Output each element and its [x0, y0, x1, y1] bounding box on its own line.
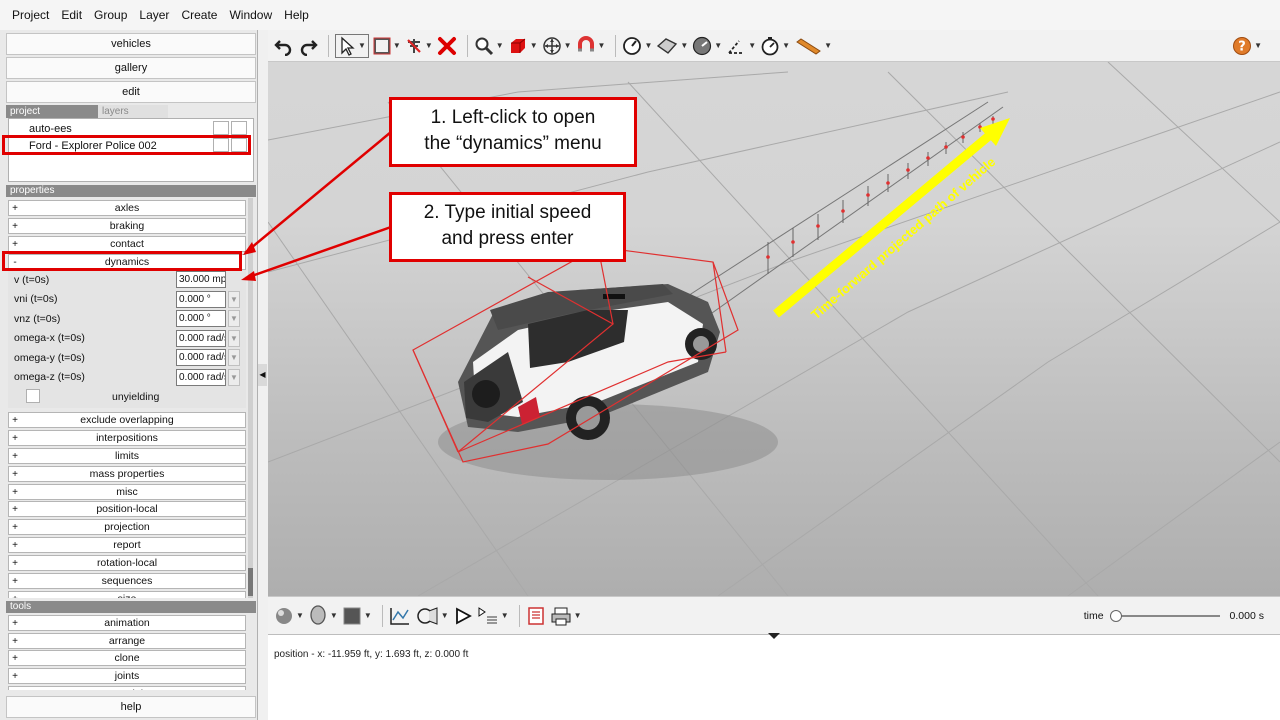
- step1-line1: 1. Left-click to open: [430, 107, 596, 128]
- step1-callout: 1. Left-click to open the “dynamics” men…: [389, 97, 637, 167]
- step1-line2: the “dynamics” menu: [424, 133, 602, 154]
- step2-line2: and press enter: [441, 228, 574, 249]
- step2-line1: 2. Type initial speed: [423, 202, 592, 223]
- annotation-arrows: [241, 131, 392, 281]
- step2-callout: 2. Type initial speed and press enter: [389, 192, 626, 262]
